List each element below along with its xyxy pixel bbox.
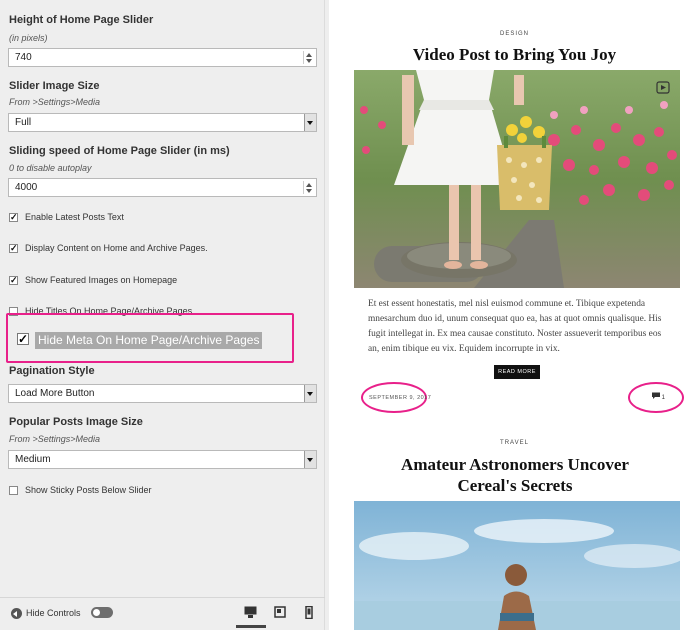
post-title[interactable]: Amateur Astronomers Uncover Cereal's Sec…: [374, 454, 656, 496]
featured-image-photo: [354, 70, 680, 288]
post-excerpt: Et est essent honestatis, mel nisl euism…: [368, 299, 662, 354]
chevron-down-icon[interactable]: [304, 451, 316, 468]
popular-image-size-hint: From >Settings>Media: [9, 434, 101, 444]
mobile-icon: [305, 606, 313, 619]
mobile-preview-button[interactable]: [296, 598, 326, 628]
popular-image-size-label: Popular Posts Image Size: [9, 416, 143, 428]
checkbox-label: Show Sticky Posts Below Slider: [25, 485, 152, 495]
slider-image-size-select[interactable]: Full: [8, 113, 317, 132]
post-comments[interactable]: 1: [652, 392, 665, 401]
slider-speed-value: 4000: [15, 182, 38, 193]
read-more-button[interactable]: READ MORE: [494, 365, 540, 379]
comment-icon: [652, 392, 660, 399]
desktop-icon: [244, 606, 257, 618]
tablet-preview-button[interactable]: [266, 598, 296, 628]
comment-count: 1: [661, 395, 666, 401]
slider-height-hint: (in pixels): [9, 33, 48, 43]
slider-image-size-hint: From >Settings>Media: [9, 97, 101, 107]
slider-speed-label: Sliding speed of Home Page Slider (in ms…: [9, 145, 230, 157]
featured-image-photo: [354, 501, 680, 630]
slider-speed-hint: 0 to disable autoplay: [9, 163, 92, 173]
number-stepper-icon[interactable]: [303, 181, 314, 194]
customizer-footer: Hide Controls: [0, 597, 325, 630]
post-title[interactable]: Video Post to Bring You Joy: [329, 44, 700, 65]
checkbox-checked-icon[interactable]: ✓: [9, 244, 18, 253]
pagination-style-label: Pagination Style: [9, 365, 95, 377]
pagination-style-select[interactable]: Load More Button: [8, 384, 317, 403]
slider-speed-input[interactable]: 4000: [8, 178, 317, 197]
slider-height-input[interactable]: 740: [8, 48, 317, 67]
hide-controls-toggle[interactable]: [91, 607, 113, 618]
collapse-arrow-icon[interactable]: [11, 608, 22, 619]
checkbox-checked-icon[interactable]: ✓: [9, 276, 18, 285]
checkbox-label: Display Content on Home and Archive Page…: [25, 243, 208, 253]
pagination-style-value: Load More Button: [15, 388, 95, 399]
chevron-down-icon[interactable]: [304, 385, 316, 402]
hide-meta-highlight: ✓ Hide Meta On Home Page/Archive Pages: [6, 313, 294, 363]
tablet-icon: [274, 606, 286, 618]
checkbox-checked-icon[interactable]: ✓: [9, 213, 18, 222]
number-stepper-icon[interactable]: [303, 51, 314, 64]
site-preview: DESIGN Video Post to Bring You Joy Et es…: [329, 0, 700, 630]
post-category[interactable]: TRAVEL: [329, 440, 700, 446]
popular-image-size-value: Medium: [15, 454, 51, 465]
checkbox-label: Enable Latest Posts Text: [25, 212, 124, 222]
featured-image[interactable]: [354, 70, 680, 288]
hide-controls-button[interactable]: Hide Controls: [26, 608, 81, 618]
slider-image-size-value: Full: [15, 117, 32, 128]
slider-height-value: 740: [15, 52, 32, 63]
featured-image[interactable]: [354, 501, 680, 630]
desktop-preview-button[interactable]: [236, 598, 266, 628]
chevron-down-icon[interactable]: [304, 114, 316, 131]
post-category[interactable]: DESIGN: [329, 31, 700, 37]
checkbox-label: Show Featured Images on Homepage: [25, 275, 178, 285]
slider-height-label: Height of Home Page Slider: [9, 14, 154, 26]
post-date[interactable]: SEPTEMBER 9, 2017: [369, 395, 431, 401]
popular-image-size-select[interactable]: Medium: [8, 450, 317, 469]
customizer-panel: Height of Home Page Slider (in pixels) 7…: [0, 0, 325, 630]
checkbox-checked-icon[interactable]: ✓: [17, 333, 29, 345]
hide-meta-label[interactable]: Hide Meta On Home Page/Archive Pages: [35, 332, 263, 349]
checkbox-unchecked-icon[interactable]: [9, 486, 18, 495]
slider-image-size-label: Slider Image Size: [9, 80, 100, 92]
